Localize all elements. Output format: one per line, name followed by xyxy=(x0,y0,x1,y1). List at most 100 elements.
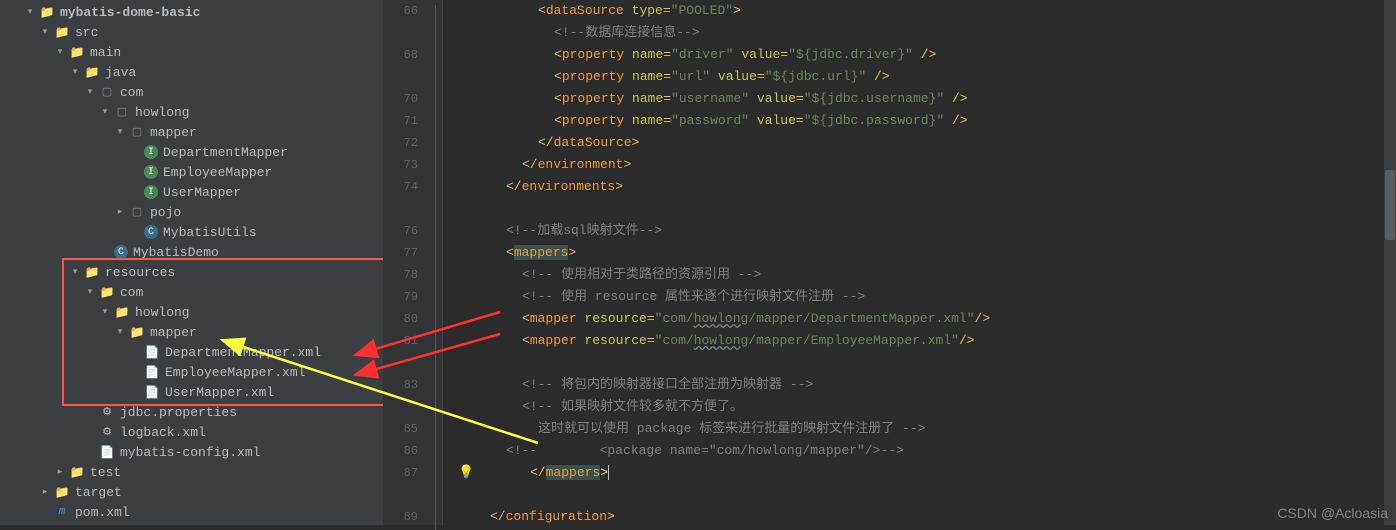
tree-item-com[interactable]: com xyxy=(0,282,383,302)
tree-item-usermapper[interactable]: UserMapper xyxy=(0,182,383,202)
tree-label: mybatis-dome-basic xyxy=(60,5,200,20)
intention-bulb-icon[interactable]: 💡 xyxy=(458,465,474,480)
tree-item-test[interactable]: test xyxy=(0,462,383,482)
tree-label: com xyxy=(120,85,143,100)
line-number: 66 xyxy=(383,0,418,22)
code-line[interactable] xyxy=(458,198,1396,220)
code-area[interactable]: <dataSource type="POOLED"><!--数据库连接信息-->… xyxy=(443,0,1396,525)
tree-item-resources[interactable]: resources xyxy=(0,262,383,282)
code-line[interactable]: <!-- <package name="com/howlong/mapper"/… xyxy=(458,440,1396,462)
line-number: 74 xyxy=(383,176,418,198)
expand-arrow-icon[interactable] xyxy=(115,127,125,137)
line-number: 83 xyxy=(383,374,418,396)
code-line[interactable]: <property name="driver" value="${jdbc.dr… xyxy=(458,44,1396,66)
tree-item-main[interactable]: main xyxy=(0,42,383,62)
code-line[interactable]: <mappers> xyxy=(458,242,1396,264)
tree-item-target[interactable]: target xyxy=(0,482,383,502)
code-line[interactable]: <!--数据库连接信息--> xyxy=(458,22,1396,44)
tree-item-employeemapper-xml[interactable]: EmployeeMapper.xml xyxy=(0,362,383,382)
interface-icon xyxy=(144,145,158,159)
code-line[interactable]: <!-- 使用 resource 属性来逐个进行映射文件注册 --> xyxy=(458,286,1396,308)
pkg-icon xyxy=(114,104,130,120)
tree-label: MybatisUtils xyxy=(163,225,257,240)
tree-item-pojo[interactable]: pojo xyxy=(0,202,383,222)
tree-label: UserMapper xyxy=(163,185,241,200)
line-number: 76 xyxy=(383,220,418,242)
pom-icon xyxy=(54,504,70,520)
expand-arrow-icon[interactable] xyxy=(25,7,35,17)
tree-item-mybatis-config-xml[interactable]: mybatis-config.xml xyxy=(0,442,383,462)
folder-icon xyxy=(54,484,70,500)
tree-label: DepartmentMapper xyxy=(163,145,288,160)
expand-arrow-icon[interactable] xyxy=(100,307,110,317)
expand-arrow-icon[interactable] xyxy=(85,287,95,297)
scrollbar-thumb[interactable] xyxy=(1385,170,1395,240)
code-line[interactable]: <!-- 如果映射文件较多就不方便了。 xyxy=(458,396,1396,418)
line-number: 80 xyxy=(383,308,418,330)
tree-label: pojo xyxy=(150,205,181,220)
code-line[interactable]: <!-- 将包内的映射器接口全部注册为映射器 --> xyxy=(458,374,1396,396)
tree-item-departmentmapper[interactable]: DepartmentMapper xyxy=(0,142,383,162)
expand-arrow-icon[interactable] xyxy=(70,267,80,277)
expand-arrow-icon[interactable] xyxy=(70,67,80,77)
tree-item-departmentmapper-xml[interactable]: DepartmentMapper.xml xyxy=(0,342,383,362)
code-line[interactable]: <property name="url" value="${jdbc.url}"… xyxy=(458,66,1396,88)
code-line[interactable] xyxy=(458,352,1396,374)
folder-icon xyxy=(129,324,145,340)
fold-column[interactable] xyxy=(428,0,443,525)
tree-label: logback.xml xyxy=(120,425,206,440)
code-line[interactable]: </environment> xyxy=(458,154,1396,176)
tree-label: howlong xyxy=(135,305,190,320)
tree-item-src[interactable]: src xyxy=(0,22,383,42)
tree-label: EmployeeMapper.xml xyxy=(165,365,305,380)
tree-item-jdbc-properties[interactable]: jdbc.properties xyxy=(0,402,383,422)
tree-item-mybatisdemo[interactable]: MybatisDemo xyxy=(0,242,383,262)
tree-item-howlong[interactable]: howlong xyxy=(0,302,383,322)
code-line[interactable]: </dataSource> xyxy=(458,132,1396,154)
expand-arrow-icon[interactable] xyxy=(115,207,125,217)
xml-icon xyxy=(144,364,160,380)
tree-label: EmployeeMapper xyxy=(163,165,272,180)
folder-icon xyxy=(99,284,115,300)
expand-arrow-icon[interactable] xyxy=(115,327,125,337)
code-line[interactable]: <!-- 使用相对于类路径的资源引用 --> xyxy=(458,264,1396,286)
tree-item-mapper[interactable]: mapper xyxy=(0,122,383,142)
folder-icon xyxy=(69,44,85,60)
code-line[interactable]: 这时就可以使用 package 标签来进行批量的映射文件注册了 --> xyxy=(458,418,1396,440)
expand-arrow-icon[interactable] xyxy=(55,47,65,57)
tree-item-mapper[interactable]: mapper xyxy=(0,322,383,342)
tree-item-logback-xml[interactable]: logback.xml xyxy=(0,422,383,442)
expand-arrow-icon[interactable] xyxy=(55,467,65,477)
code-editor[interactable]: 666870717273747677787980818385868789 <da… xyxy=(383,0,1396,525)
editor-scrollbar[interactable] xyxy=(1384,0,1396,525)
line-number xyxy=(383,352,418,374)
code-line[interactable]: 💡 </mappers> xyxy=(458,462,1396,484)
code-line[interactable]: <dataSource type="POOLED"> xyxy=(458,0,1396,22)
tree-label: jdbc.properties xyxy=(120,405,237,420)
code-line[interactable]: <property name="password" value="${jdbc.… xyxy=(458,110,1396,132)
tree-label: com xyxy=(120,285,143,300)
expand-arrow-icon[interactable] xyxy=(40,487,50,497)
tree-item-com[interactable]: com xyxy=(0,82,383,102)
line-number xyxy=(383,22,418,44)
line-number: 79 xyxy=(383,286,418,308)
tree-item-pom-xml[interactable]: pom.xml xyxy=(0,502,383,522)
line-number: 71 xyxy=(383,110,418,132)
expand-arrow-icon[interactable] xyxy=(100,107,110,117)
tree-item-employeemapper[interactable]: EmployeeMapper xyxy=(0,162,383,182)
tree-item-mybatis-dome-basic[interactable]: mybatis-dome-basic xyxy=(0,2,383,22)
tree-item-usermapper-xml[interactable]: UserMapper.xml xyxy=(0,382,383,402)
code-line[interactable]: <!--加载sql映射文件--> xyxy=(458,220,1396,242)
expand-arrow-icon[interactable] xyxy=(85,87,95,97)
tree-item-howlong[interactable]: howlong xyxy=(0,102,383,122)
code-line[interactable]: <mapper resource="com/howlong/mapper/Emp… xyxy=(458,330,1396,352)
code-line[interactable]: <property name="username" value="${jdbc.… xyxy=(458,88,1396,110)
tree-item-java[interactable]: java xyxy=(0,62,383,82)
code-line[interactable] xyxy=(458,484,1396,506)
project-tree-sidebar[interactable]: mybatis-dome-basicsrcmainjavacomhowlongm… xyxy=(0,0,383,525)
code-line[interactable]: <mapper resource="com/howlong/mapper/Dep… xyxy=(458,308,1396,330)
code-line[interactable]: </environments> xyxy=(458,176,1396,198)
expand-arrow-icon[interactable] xyxy=(40,27,50,37)
tree-item-mybatisutils[interactable]: MybatisUtils xyxy=(0,222,383,242)
cfg-icon xyxy=(99,424,115,440)
